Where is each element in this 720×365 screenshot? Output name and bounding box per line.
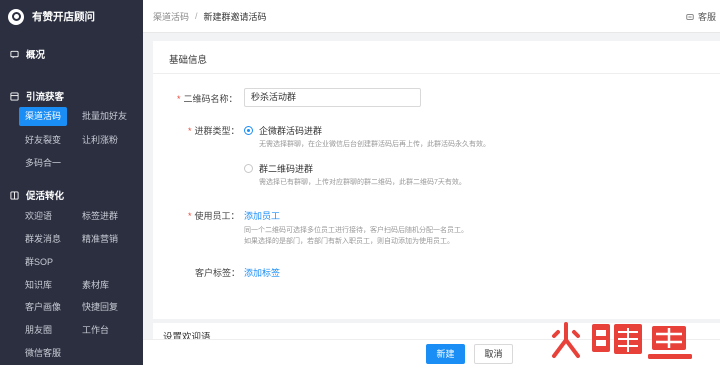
qr-name-label-text: 二维码名称： [183,94,238,104]
brand-name: 有赞开店顾问 [32,11,95,23]
sidebar-section-growth[interactable]: 引流获客 [0,86,64,106]
sidebar-item-fission[interactable]: 好友裂变 [25,131,61,150]
radio-unchecked-icon [244,164,253,173]
brand[interactable]: 有赞开店顾问 [0,0,143,33]
message-icon [686,13,694,20]
breadcrumb: 渠道活码 / 新建群邀请活码 [153,10,267,23]
option-wecom-hint: 无需选择群聊，在企业微信后台创建群活码后再上传，此群活码永久有效。 [259,141,490,148]
sidebar-item-moments[interactable]: 朋友圈 [25,321,52,340]
topbar: 渠道活码 / 新建群邀请活码 客服 [143,0,720,33]
qr-name-input[interactable]: 秒杀活动群 [244,88,421,107]
sidebar-item-mass-message[interactable]: 群发消息 [25,230,61,249]
option-group-qr-hint: 需选择已有群聊，上传对应群聊的群二维码，此群二维码7天有效。 [259,179,466,186]
sidebar-section-overview[interactable]: 概况 [0,44,45,64]
sidebar-item-channel-code[interactable]: 渠道活码 [19,107,68,126]
join-type-label-text: 进群类型： [194,126,240,136]
join-type-option-group-qr[interactable]: 群二维码进群 [244,162,313,175]
sidebar-item-workbench[interactable]: 工作台 [82,321,109,340]
sidebar-item-materials[interactable]: 素材库 [82,276,109,295]
grid-icon [10,190,19,200]
sidebar-item-customer-profile[interactable]: 客户画像 [25,298,61,317]
required-mark: * [177,94,181,104]
customer-tag-label: 客户标签： [195,268,241,278]
staff-label: * 使用员工： [188,209,240,222]
section-title: 基础信息 [169,55,208,66]
breadcrumb-parent[interactable]: 渠道活码 [153,10,189,23]
join-type-label: * 进群类型： [188,124,240,137]
create-button[interactable]: 新建 [426,344,465,364]
chat-icon [10,50,19,59]
sidebar-item-welcome[interactable]: 欢迎语 [25,207,52,226]
staff-hint-1: 同一个二维码可选择多位员工进行接待，客户扫码后随机分配一名员工。 [244,227,468,234]
sidebar-item-batch-add[interactable]: 批量加好友 [82,107,127,126]
sidebar-growth-label: 引流获客 [26,92,65,103]
sidebar-overview-label: 概况 [26,50,46,61]
sidebar-item-multi-code[interactable]: 多码合一 [25,154,61,173]
breadcrumb-current: 新建群邀请活码 [203,11,267,22]
sidebar-item-discount-fans[interactable]: 让利涨粉 [82,131,118,150]
sidebar-convert-label: 促活转化 [26,191,65,202]
required-mark: * [188,211,192,221]
staff-hint-2: 如果选择的是部门，若部门有新入职员工，则自动添加为使用员工。 [244,238,454,245]
add-tag-link[interactable]: 添加标签 [244,266,280,279]
qr-name-label: * 二维码名称： [177,92,238,105]
customer-service-button[interactable]: 客服 [686,10,716,23]
sidebar-item-group-sop[interactable]: 群SOP [25,253,53,272]
brand-logo-icon [8,8,24,25]
required-mark: * [188,126,192,136]
box-icon [10,91,19,101]
divider [153,73,720,74]
watermark-logo [552,322,692,359]
customer-service-label: 客服 [697,12,716,22]
staff-label-text: 使用员工： [194,211,240,221]
sidebar-section-convert[interactable]: 促活转化 [0,185,64,205]
form-card: 基础信息 * 二维码名称： 秒杀活动群 * 进群类型： 企微群活码进群 无需选择群聊… [153,41,720,319]
breadcrumb-separator: / [195,11,198,21]
add-staff-link[interactable]: 添加员工 [244,209,280,222]
sidebar-item-tag-join[interactable]: 标签进群 [82,207,118,226]
sidebar-item-wechat-service[interactable]: 微信客服 [25,344,61,363]
cancel-button[interactable]: 取消 [474,344,513,364]
sidebar: 有赞开店顾问 概况 引流获客 渠道活码 批量加好友 好友裂变 让利涨粉 多码合一… [0,0,143,365]
sidebar-item-quick-reply[interactable]: 快捷回复 [82,298,118,317]
sidebar-item-precise-marketing[interactable]: 精准营销 [82,230,118,249]
option-group-qr-label: 群二维码进群 [259,164,314,174]
option-wecom-label: 企微群活码进群 [259,126,323,136]
join-type-option-wecom[interactable]: 企微群活码进群 [244,124,322,137]
radio-checked-icon [244,126,253,135]
sidebar-item-knowledge[interactable]: 知识库 [25,276,52,295]
